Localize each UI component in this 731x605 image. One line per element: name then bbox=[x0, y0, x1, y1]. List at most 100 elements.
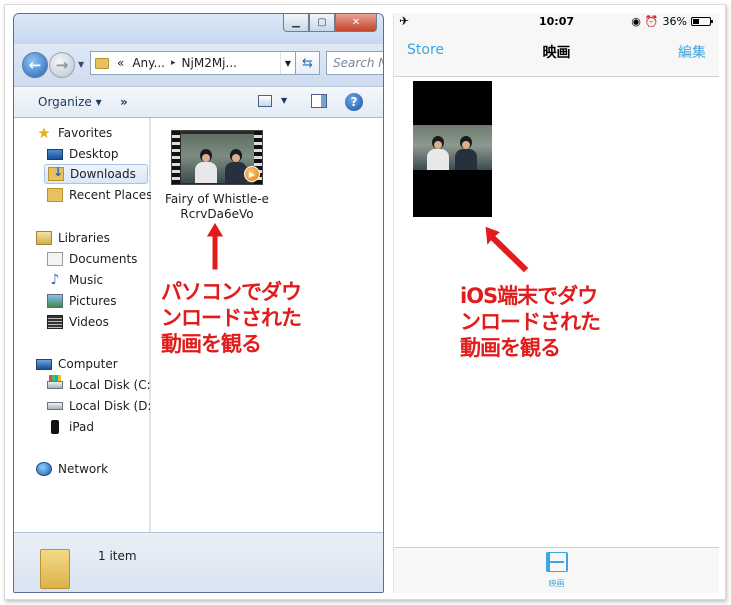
folder-icon bbox=[40, 549, 70, 589]
nav-item-pictures[interactable]: Pictures bbox=[47, 291, 117, 311]
change-view-icon[interactable] bbox=[258, 95, 272, 107]
nav-item-label: Videos bbox=[69, 315, 109, 329]
nav-item-label: Documents bbox=[69, 252, 138, 266]
refresh-button[interactable]: ⇆ bbox=[296, 51, 320, 75]
nav-item-label: Pictures bbox=[69, 294, 117, 308]
rotation-lock-icon: ◉ bbox=[631, 15, 641, 28]
annotation-arrow-ios bbox=[484, 225, 530, 274]
minimize-button[interactable]: ▁ bbox=[283, 14, 309, 32]
nav-item-label: Computer bbox=[58, 357, 118, 371]
details-pane: 1 item bbox=[14, 532, 383, 592]
maximize-icon: ▢ bbox=[317, 17, 327, 28]
item-count: 1 item bbox=[98, 549, 137, 563]
person-figure bbox=[455, 136, 477, 170]
star-icon: ★ bbox=[37, 124, 51, 142]
ipad-device-icon bbox=[51, 420, 59, 434]
recent-places-icon bbox=[47, 188, 63, 202]
battery-percent: 36% bbox=[662, 15, 687, 28]
title-bar[interactable]: ▁ ▢ ✕ bbox=[14, 14, 383, 44]
desktop-icon bbox=[47, 148, 63, 160]
caption-buttons: ▁ ▢ ✕ bbox=[283, 14, 377, 32]
search-input[interactable]: Search N bbox=[326, 51, 383, 75]
nav-item-favorites[interactable]: ★ Favorites bbox=[36, 123, 112, 143]
nav-item-local-disk-c[interactable]: Local Disk (C:) bbox=[47, 375, 155, 395]
status-right-group: ◉ ⏰ 36% bbox=[631, 15, 713, 28]
back-arrow-icon: ← bbox=[28, 56, 42, 74]
folder-icon bbox=[95, 57, 109, 69]
address-chevrons[interactable]: « bbox=[113, 56, 128, 70]
nav-item-recent-places[interactable]: Recent Places bbox=[47, 185, 152, 205]
maximize-button[interactable]: ▢ bbox=[309, 14, 335, 32]
nav-item-network[interactable]: Network bbox=[36, 459, 108, 479]
documents-icon bbox=[47, 252, 63, 266]
command-bar: Organize ▾ » ▼ ? bbox=[14, 86, 383, 118]
alarm-icon: ⏰ bbox=[644, 15, 659, 28]
downloads-folder-icon bbox=[48, 165, 64, 181]
nav-item-label: Local Disk (D:) bbox=[69, 399, 157, 413]
filmstrip-edge bbox=[172, 131, 180, 184]
nav-item-label: Music bbox=[69, 273, 104, 287]
edit-button[interactable]: 編集 bbox=[678, 42, 706, 62]
movie-thumbnail[interactable] bbox=[413, 81, 492, 217]
nav-item-label: Network bbox=[58, 462, 109, 476]
battery-icon bbox=[691, 17, 713, 26]
preview-pane-icon[interactable] bbox=[311, 94, 327, 108]
nav-item-local-disk-d[interactable]: Local Disk (D:) bbox=[47, 396, 156, 416]
breadcrumb-any[interactable]: Any... bbox=[128, 56, 169, 70]
ios-status-bar: ✈ 10:07 ◉ ⏰ 36% bbox=[394, 13, 719, 31]
computer-icon bbox=[36, 358, 52, 370]
video-frame-image bbox=[413, 125, 492, 170]
forward-button[interactable]: → bbox=[49, 52, 75, 78]
system-drive-icon bbox=[47, 375, 63, 389]
address-dropdown-icon[interactable]: ▼ bbox=[279, 52, 295, 74]
recent-pages-dropdown-icon[interactable]: ▼ bbox=[78, 60, 84, 69]
close-button[interactable]: ✕ bbox=[335, 14, 377, 32]
tab-label: 映画 bbox=[548, 579, 565, 588]
video-file-name[interactable]: Fairy of Whistle-eRcrvDa6eVo bbox=[165, 192, 269, 222]
back-button[interactable]: ← bbox=[22, 52, 48, 78]
nav-item-libraries[interactable]: Libraries bbox=[36, 228, 110, 248]
nav-item-label: Local Disk (C:) bbox=[69, 378, 156, 392]
page-title: 映画 bbox=[542, 45, 571, 61]
person-figure bbox=[195, 149, 217, 183]
help-icon[interactable]: ? bbox=[345, 93, 363, 111]
nav-item-music[interactable]: ♪ Music bbox=[47, 270, 104, 290]
breadcrumb-separator-icon[interactable]: ▸ bbox=[169, 58, 178, 68]
annotation-ios: iOS端末でダウ ンロードされた 動画を観る bbox=[460, 284, 601, 360]
nav-item-label: Favorites bbox=[58, 126, 113, 140]
videos-filmstrip-icon bbox=[47, 315, 63, 329]
nav-item-computer[interactable]: Computer bbox=[36, 354, 118, 374]
annotation-arrow-pc bbox=[205, 221, 225, 271]
film-icon bbox=[545, 552, 568, 572]
nav-item-label: Downloads bbox=[70, 167, 136, 181]
breadcrumb-njm2mj[interactable]: NjM2Mj... bbox=[178, 56, 241, 70]
nav-item-label: Desktop bbox=[69, 147, 119, 161]
person-figure bbox=[427, 136, 449, 170]
media-player-icon: ▶ bbox=[244, 166, 260, 182]
nav-item-label: Recent Places bbox=[69, 188, 153, 202]
view-options-dropdown-icon[interactable]: ▼ bbox=[281, 96, 287, 105]
organize-button[interactable]: Organize ▾ bbox=[38, 95, 102, 109]
forward-arrow-icon: → bbox=[55, 56, 69, 74]
nav-item-desktop[interactable]: Desktop bbox=[47, 144, 119, 164]
battery-level bbox=[693, 19, 699, 24]
person-figure bbox=[225, 149, 247, 183]
nav-item-videos[interactable]: Videos bbox=[47, 312, 109, 332]
annotation-pc: パソコンでダウ ンロードされた 動画を観る bbox=[161, 280, 302, 356]
hard-drive-icon bbox=[47, 402, 63, 410]
nav-item-label: Libraries bbox=[58, 231, 110, 245]
libraries-icon bbox=[36, 231, 52, 245]
tab-movies[interactable]: 映画 bbox=[394, 552, 719, 589]
more-commands-button[interactable]: » bbox=[120, 95, 128, 109]
nav-item-ipad[interactable]: iPad bbox=[47, 417, 94, 437]
minimize-icon: ▁ bbox=[292, 17, 300, 28]
pictures-icon bbox=[47, 294, 63, 308]
address-bar[interactable]: « Any... ▸ NjM2Mj... ▼ bbox=[90, 51, 296, 75]
network-globe-icon bbox=[36, 462, 52, 476]
nav-item-downloads[interactable]: Downloads bbox=[44, 164, 148, 184]
ios-navigation-bar: Store 映画 編集 bbox=[394, 31, 719, 77]
ios-tab-bar: 映画 bbox=[394, 547, 719, 593]
nav-item-documents[interactable]: Documents bbox=[47, 249, 137, 269]
video-file-thumbnail[interactable]: ▶ bbox=[171, 130, 263, 185]
navigation-bar: ← → ▼ « Any... ▸ NjM2Mj... ▼ ⇆ Search N bbox=[14, 44, 383, 86]
